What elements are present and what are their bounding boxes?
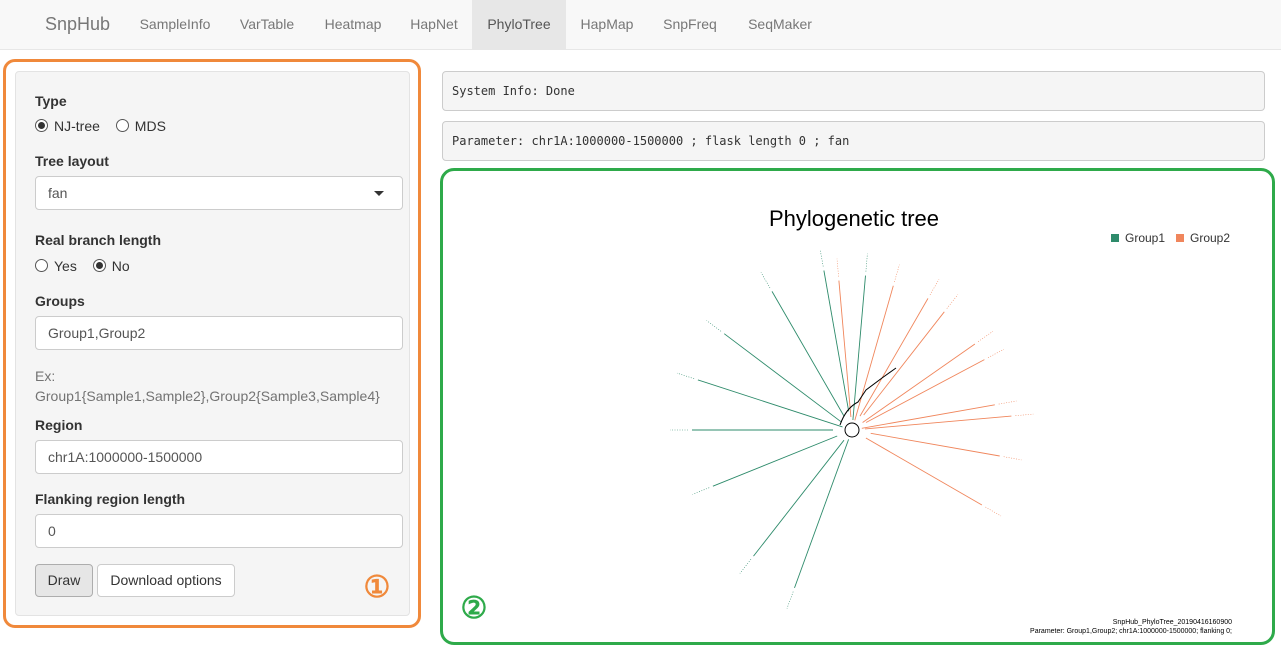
- tree-root: [844, 422, 860, 438]
- radio-mds[interactable]: MDS: [115, 118, 166, 134]
- navbar: SnpHub SampleInfo VarTable Heatmap HapNe…: [0, 0, 1281, 50]
- region-input[interactable]: chr1A:1000000-1500000: [35, 440, 403, 474]
- tab-vartable[interactable]: VarTable: [225, 0, 309, 49]
- type-radio-group: NJ-tree MDS: [35, 118, 166, 134]
- tab-heatmap[interactable]: Heatmap: [311, 0, 395, 49]
- tree-tip-label-mark: [987, 349, 1005, 358]
- tree-tip-label-mark: [1003, 456, 1022, 461]
- tree-branch: [859, 298, 929, 417]
- tab-phylotree[interactable]: PhyloTree: [472, 0, 566, 49]
- parameter-box: Parameter: chr1A:1000000-1500000 ; flask…: [442, 121, 1265, 161]
- legend-swatch-group2: [1176, 234, 1184, 242]
- branch-radio-group: Yes No: [35, 258, 130, 274]
- tree-tip-label-mark: [946, 294, 959, 309]
- tree-tip-label-mark: [692, 487, 710, 495]
- annotation-number-1: ①: [363, 571, 391, 604]
- tree-tip-label-mark: [760, 272, 771, 289]
- tree-tip-label-mark: [985, 506, 1002, 517]
- tree-tip-label-mark: [894, 264, 900, 283]
- tree-tip-label-mark: [1015, 413, 1034, 416]
- type-label: Type: [35, 93, 67, 109]
- tree-branch: [865, 437, 983, 506]
- tree-branch: [823, 270, 850, 412]
- radio-no-label: No: [111, 258, 130, 274]
- tree-tip-label-mark: [998, 400, 1017, 405]
- download-options-button[interactable]: Download options: [97, 564, 235, 597]
- tree-tip-label-mark: [819, 250, 824, 267]
- tree-tip-label-mark: [786, 591, 794, 609]
- branch-length-label: Real branch length: [35, 232, 162, 248]
- tree-branch: [865, 359, 985, 423]
- flanking-input[interactable]: 0: [35, 514, 403, 548]
- flanking-label: Flanking region length: [35, 491, 186, 507]
- tree-branch: [697, 379, 843, 428]
- groups-help-example: Group1{Sample1,Sample2},Group2{Sample3,S…: [35, 388, 380, 404]
- tree-branch: [852, 275, 866, 421]
- brand[interactable]: SnpHub: [45, 14, 110, 35]
- radio-mds-label: MDS: [134, 118, 166, 134]
- tree-branch: [753, 439, 845, 557]
- tree-branch: [863, 311, 945, 416]
- legend-item-group2: Group2: [1176, 231, 1230, 245]
- tree-layout-select[interactable]: fan: [35, 176, 403, 210]
- tab-sampleinfo[interactable]: SampleInfo: [129, 0, 221, 49]
- tree-tip-label-mark: [739, 559, 752, 574]
- radio-yes-label: Yes: [54, 258, 77, 274]
- plot-footer-id: SnpHub_PhyloTree_20190416160900: [1112, 619, 1232, 626]
- system-info-box: System Info: Done: [442, 71, 1265, 111]
- tree-branch: [723, 333, 842, 423]
- radio-yes[interactable]: Yes: [35, 258, 77, 274]
- plot-title: Phylogenetic tree: [769, 206, 939, 231]
- tree-branch: [794, 439, 850, 589]
- draw-button[interactable]: Draw: [35, 564, 93, 597]
- tree-branch: [870, 432, 1000, 457]
- tree-branch: [861, 404, 995, 429]
- groups-input[interactable]: Group1,Group2: [35, 316, 403, 350]
- legend-label-group1: Group1: [1125, 231, 1166, 245]
- radio-on-icon[interactable]: [35, 119, 48, 132]
- tree-branch: [854, 285, 894, 421]
- tree-branch: [838, 280, 852, 418]
- tab-hapmap[interactable]: HapMap: [568, 0, 646, 49]
- tree-branch: [712, 435, 838, 487]
- legend-item-group1: Group1: [1111, 231, 1165, 245]
- tree-tip-label-mark: [929, 279, 940, 296]
- phylogenetic-tree-plot: [670, 250, 1034, 609]
- annotation-number-2: ②: [460, 592, 488, 625]
- groups-help-ex: Ex:: [35, 368, 56, 384]
- plot-footer-parameter: Parameter: Group1,Group2; chr1A:1000000-…: [1030, 628, 1232, 635]
- radio-on-icon[interactable]: [92, 259, 106, 272]
- tab-hapnet[interactable]: HapNet: [397, 0, 471, 49]
- tree-branch: [864, 415, 1012, 430]
- radio-nj-tree-label: NJ-tree: [54, 118, 100, 134]
- caret-down-icon: [374, 191, 384, 196]
- tab-snpfreq[interactable]: SnpFreq: [648, 0, 732, 49]
- tree-tip-label-mark: [836, 258, 839, 277]
- tree-inner-branches: [839, 367, 897, 426]
- tree-layout-label: Tree layout: [35, 153, 109, 169]
- radio-nj-tree[interactable]: NJ-tree: [35, 118, 100, 134]
- legend-swatch-group1: [1111, 234, 1119, 242]
- tab-seqmaker[interactable]: SeqMaker: [734, 0, 826, 49]
- groups-label: Groups: [35, 293, 85, 309]
- radio-off-icon[interactable]: [115, 119, 129, 132]
- tree-tip-label-mark: [676, 372, 695, 379]
- radio-no[interactable]: No: [92, 258, 130, 274]
- region-label: Region: [35, 417, 83, 433]
- tree-tip-label-mark: [865, 253, 868, 272]
- tree-layout-value: fan: [48, 185, 68, 201]
- legend-label-group2: Group2: [1190, 231, 1231, 245]
- tree-tip-label-mark: [977, 331, 994, 342]
- radio-off-icon[interactable]: [35, 259, 48, 272]
- tree-tip-label-mark: [706, 320, 722, 332]
